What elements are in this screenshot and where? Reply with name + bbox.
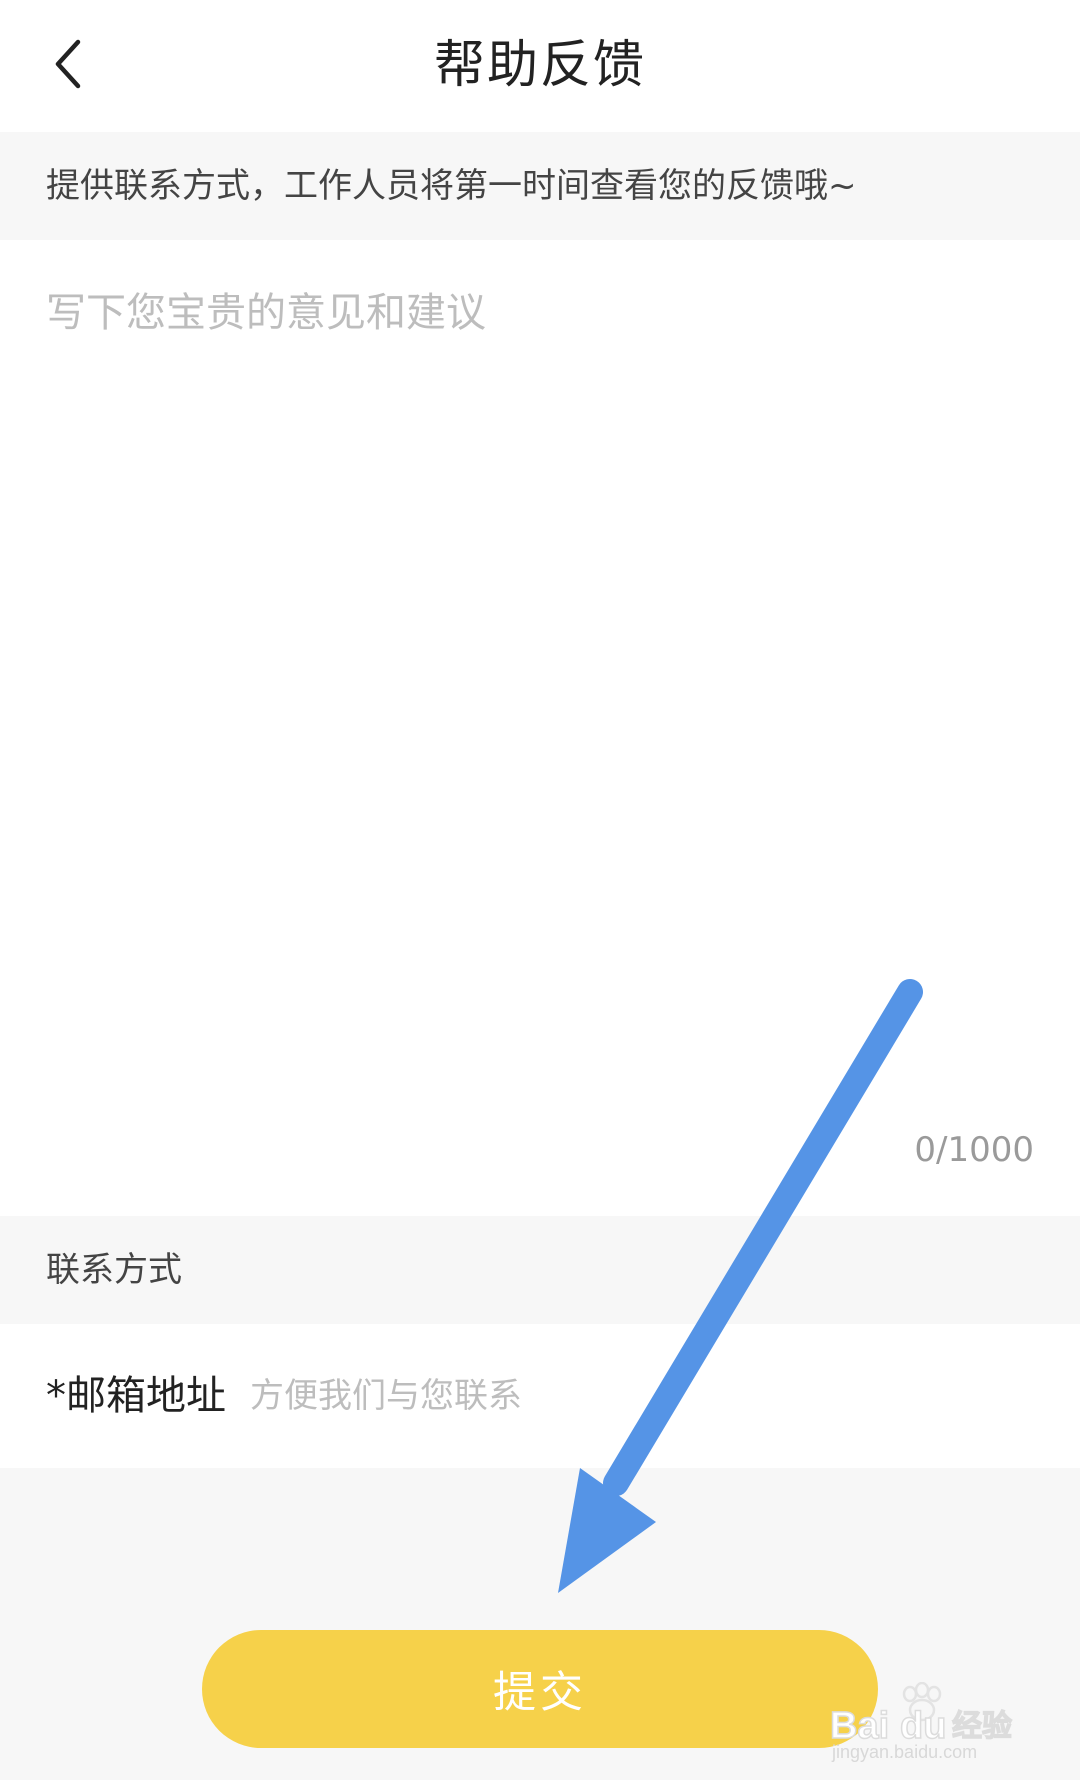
char-counter: 0/1000 [914, 1130, 1034, 1170]
email-input[interactable] [250, 1364, 1030, 1428]
hint-banner: 提供联系方式，工作人员将第一时间查看您的反馈哦~ [0, 132, 1080, 240]
contact-section-title: 联系方式 [46, 1250, 182, 1290]
svg-text:经验: 经验 [952, 1709, 1012, 1744]
page-title: 帮助反馈 [433, 36, 646, 95]
svg-text:jingyan.baidu.com: jingyan.baidu.com [831, 1742, 977, 1762]
contact-section-header: 联系方式 [0, 1216, 1080, 1324]
feedback-textarea[interactable] [46, 280, 1036, 1100]
hint-text: 提供联系方式，工作人员将第一时间查看您的反馈哦~ [46, 166, 857, 206]
submit-button[interactable]: 提交 [202, 1630, 878, 1748]
email-row: *邮箱地址 [0, 1324, 1080, 1468]
app-header: 帮助反馈 [0, 0, 1080, 132]
feedback-area: 0/1000 [0, 240, 1080, 1216]
submit-label: 提交 [493, 1668, 587, 1718]
email-label: *邮箱地址 [46, 1373, 226, 1419]
svg-text:du: du [900, 1705, 946, 1747]
